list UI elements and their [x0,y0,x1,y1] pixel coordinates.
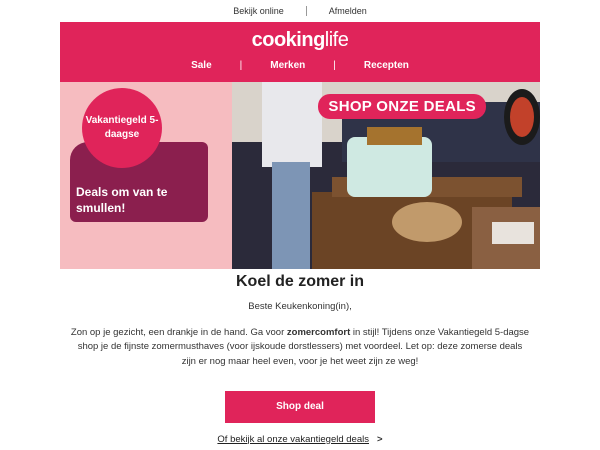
preheader-divider [305,6,307,16]
hero-tagline: Deals om van te smullen! [76,185,168,216]
hero-promo-panel: Deals om van te smullen! Vakantiegeld 5-… [60,82,232,269]
hero-banner[interactable]: Deals om van te smullen! Vakantiegeld 5-… [60,82,540,269]
email-container: cookinglife Sale | Merken | Recepten Dea… [60,22,540,445]
all-deals-link[interactable]: Of bekijk al onze vakantiegeld deals [217,434,369,445]
shop-deals-banner: SHOP ONZE DEALS [318,94,486,119]
all-deals-link-row: Of bekijk al onze vakantiegeld deals > [60,434,540,445]
badge-label: Vakantiegeld 5-daagse [85,115,159,140]
nav-divider: | [239,60,243,71]
body-text: Zon op je gezicht, een drankje in de han… [70,326,530,369]
brand-logo[interactable]: cookinglife [60,22,540,52]
body-text-bold: zomercomfort [286,327,351,338]
hero-photo: SHOP ONZE DEALS [232,82,540,269]
body-text-part: Zon op je gezicht, een drankje in de han… [70,327,287,338]
preheader: Bekijk online Afmelden [0,0,600,22]
chevron-right-icon: > [377,433,383,445]
nav-merken[interactable]: Merken [270,60,305,71]
nav-sale[interactable]: Sale [191,60,212,71]
nav-divider: | [333,60,336,71]
logo-light-part: life [324,29,349,51]
nav-recepten[interactable]: Recepten [364,60,409,71]
email-content: Koel de zomer in Beste Keukenkoning(in),… [60,273,540,445]
logo-bold-part: cooking [251,29,326,51]
greeting: Beste Keukenkoning(in), [248,301,352,312]
main-nav: Sale | Merken | Recepten [60,60,540,71]
shop-deal-button[interactable]: Shop deal [225,390,375,423]
headline: Koel de zomer in [235,273,365,290]
view-online-link[interactable]: Bekijk online [233,6,284,16]
unsubscribe-link[interactable]: Afmelden [329,6,367,16]
email-header: cookinglife Sale | Merken | Recepten [60,22,540,82]
vakantiegeld-badge: Vakantiegeld 5-daagse [82,88,162,168]
